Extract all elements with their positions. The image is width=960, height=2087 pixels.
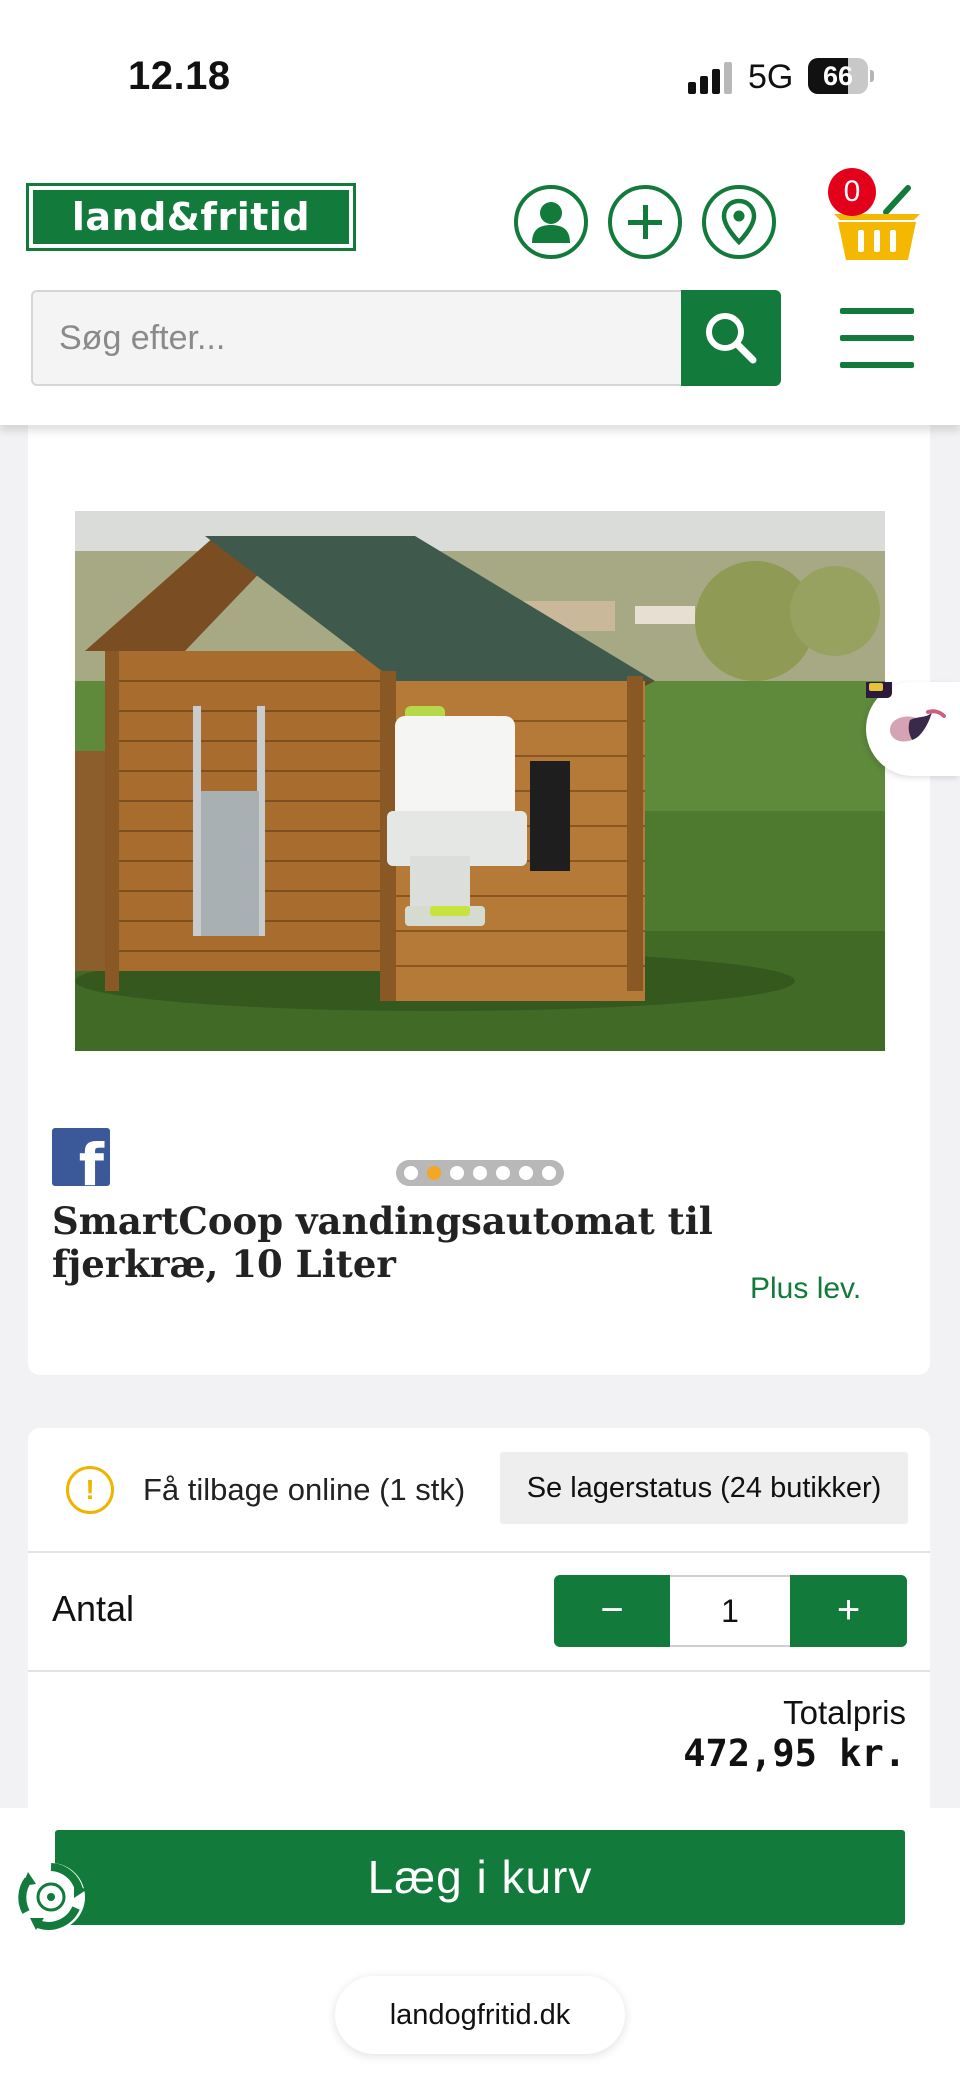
cart-count-badge[interactable]: 0: [828, 168, 876, 216]
image-carousel-indicator[interactable]: [396, 1160, 564, 1186]
site-header: land&fritid 0 Søg efter...: [0, 150, 960, 425]
facebook-share-button[interactable]: f: [52, 1128, 110, 1186]
warning-icon: !: [66, 1466, 114, 1514]
logo-text: land&fritid: [33, 190, 349, 244]
add-button[interactable]: [608, 185, 682, 259]
network-type: 5G: [748, 58, 794, 96]
product-image[interactable]: [75, 511, 885, 1051]
carousel-dot[interactable]: [542, 1166, 556, 1180]
facebook-icon: f: [78, 1131, 104, 1186]
search-icon: [706, 313, 757, 364]
battery-icon: 66: [808, 58, 874, 94]
divider: [28, 1670, 930, 1672]
battery-level: 66: [822, 61, 854, 91]
carousel-dot[interactable]: [473, 1166, 487, 1180]
carousel-dot[interactable]: [427, 1166, 441, 1180]
recycle-icon[interactable]: [14, 1860, 88, 1934]
product-title: SmartCoop vandingsautomat til fjerkræ, 1…: [52, 1199, 713, 1286]
search-button[interactable]: [681, 290, 781, 386]
account-icon: [532, 202, 570, 243]
carousel-dot[interactable]: [404, 1166, 418, 1180]
carousel-dot[interactable]: [450, 1166, 464, 1180]
total-price: 472,95 kr.: [683, 1732, 906, 1775]
delivery-note: Plus lev.: [750, 1272, 862, 1305]
total-price-label: Totalpris: [783, 1694, 906, 1731]
divider: [28, 1551, 930, 1553]
add-icon: [628, 205, 662, 239]
store-location-icon: [721, 198, 757, 246]
store-logo[interactable]: land&fritid: [26, 183, 356, 251]
stock-message: Få tilbage online (1 stk): [143, 1472, 466, 1507]
carousel-dot[interactable]: [519, 1166, 533, 1180]
carousel-dot[interactable]: [496, 1166, 510, 1180]
quantity-label: Antal: [52, 1588, 135, 1629]
store-locator-button[interactable]: [702, 185, 776, 259]
search-input[interactable]: Søg efter...: [31, 290, 681, 386]
product-photo: [75, 511, 885, 1051]
add-to-cart-button[interactable]: Læg i kurv: [55, 1830, 905, 1925]
quantity-decrease-button[interactable]: −: [554, 1575, 670, 1647]
quantity-input[interactable]: 1: [670, 1575, 790, 1647]
chat-assistant-icon: [862, 678, 946, 742]
quantity-increase-button[interactable]: +: [790, 1575, 907, 1647]
account-button[interactable]: [514, 185, 588, 259]
signal-icon: [688, 62, 736, 94]
stock-status-button[interactable]: Se lagerstatus (24 butikker): [500, 1452, 908, 1524]
menu-icon[interactable]: [840, 308, 914, 368]
browser-url-bar[interactable]: landogfritid.dk: [335, 1976, 625, 2054]
assistant-bubble[interactable]: [862, 678, 960, 776]
status-time: 12.18: [128, 54, 231, 98]
